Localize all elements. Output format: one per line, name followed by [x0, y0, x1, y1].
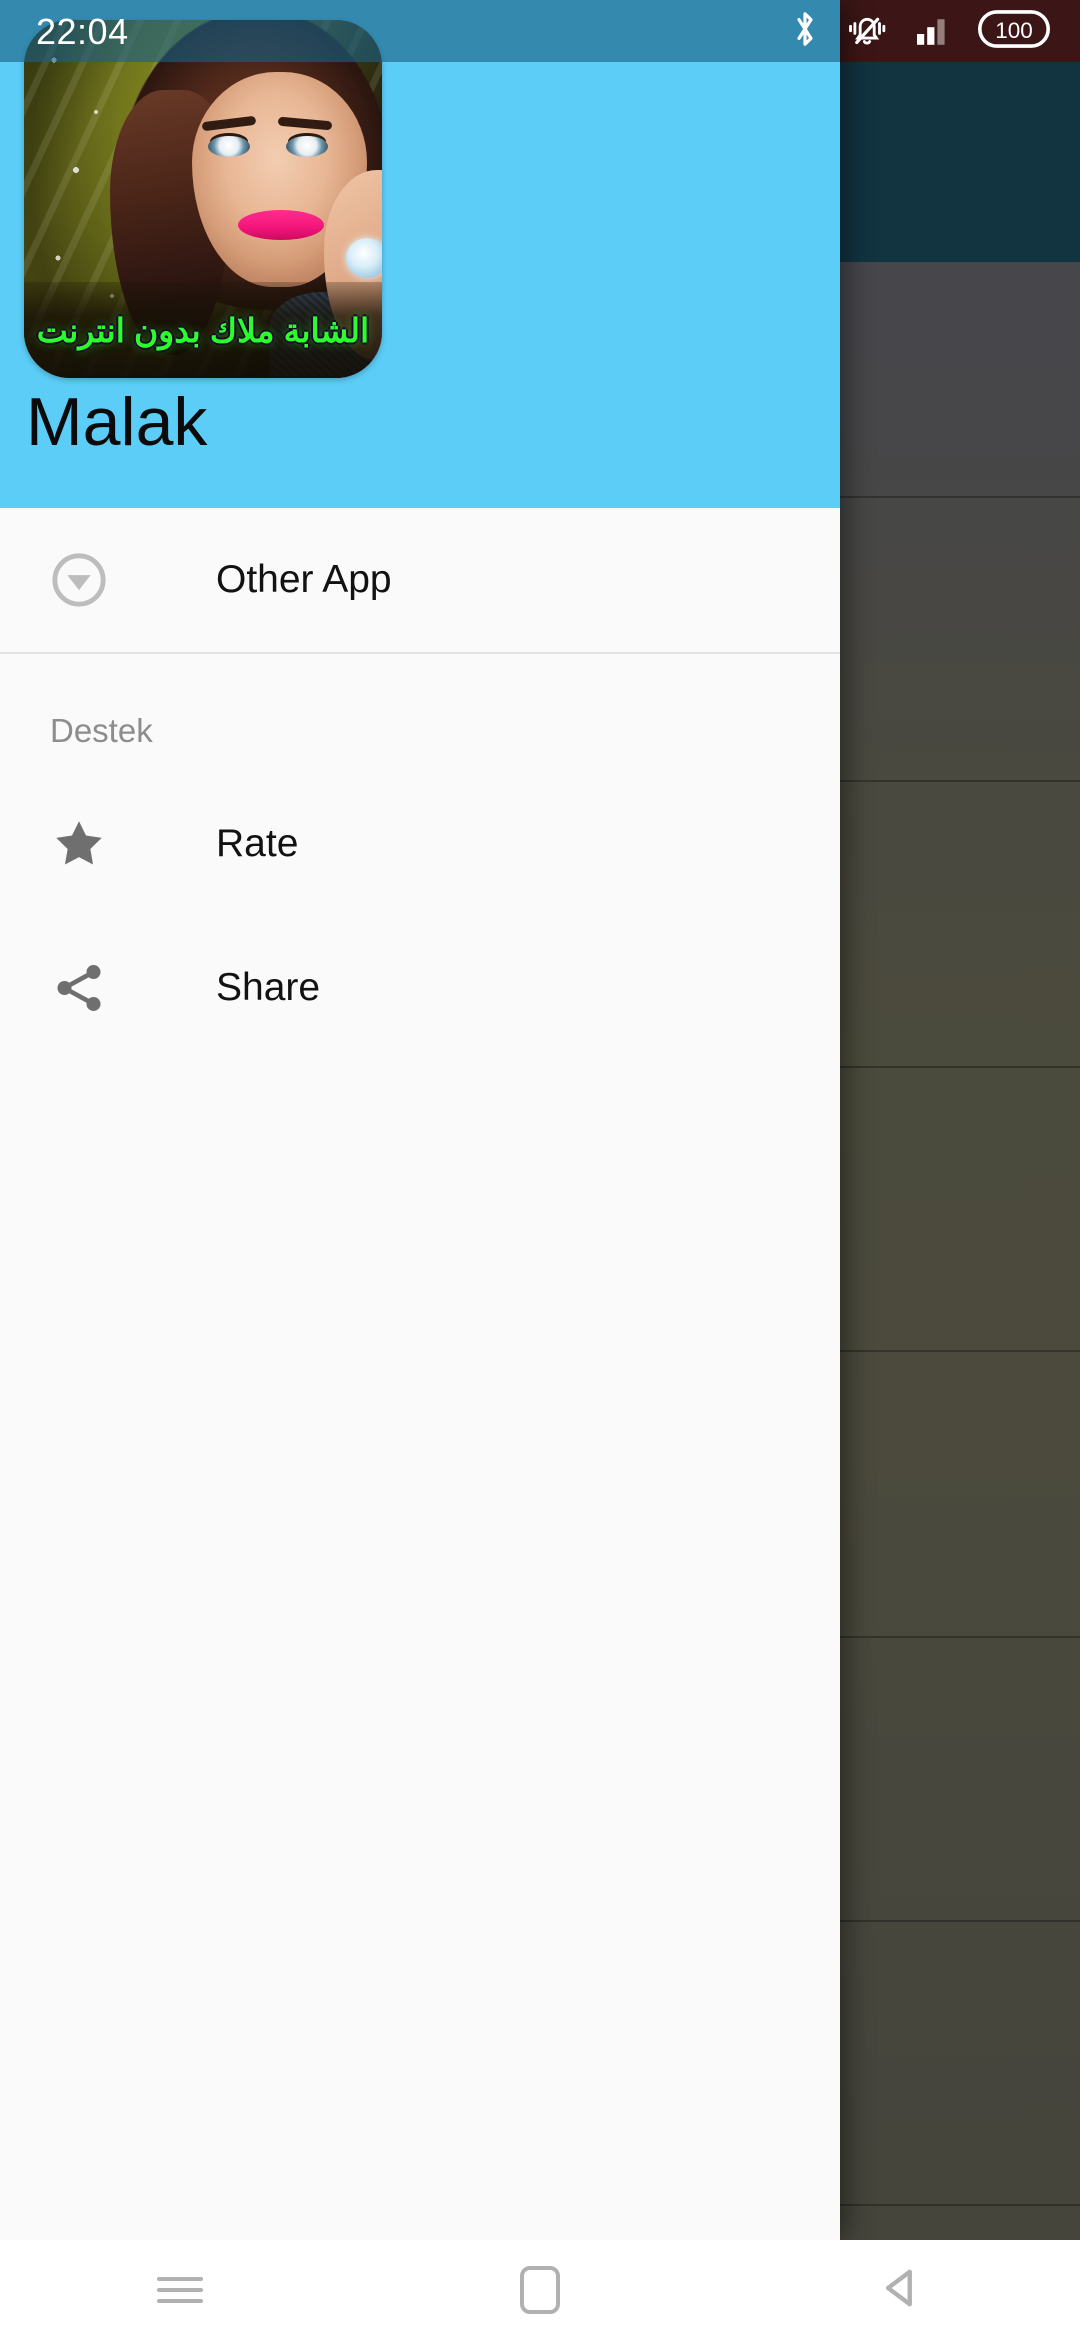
icon-eye-left [208, 136, 250, 157]
drawer-item-share[interactable]: Share [0, 916, 840, 1060]
rounded-square-icon [520, 2266, 560, 2314]
recents-button[interactable] [90, 2240, 270, 2340]
system-navigation-bar [0, 2240, 1080, 2340]
icon-banner: الشابة ملاك بدون انترنت [24, 282, 382, 378]
share-icon [50, 959, 130, 1017]
drawer-item-label: Other App [216, 558, 392, 601]
back-button[interactable] [810, 2240, 990, 2340]
drawer-item-label: Rate [216, 822, 299, 865]
phone-screen: الشابة ملاك بدون انترنت Malak Other App … [0, 0, 1080, 2340]
icon-lips [238, 210, 324, 240]
icon-eye-right [286, 136, 328, 157]
drawer-item-label: Share [216, 966, 321, 1009]
icon-banner-text: الشابة ملاك بدون انترنت [36, 311, 370, 349]
drawer-section-title: Destek [50, 712, 153, 749]
icon-ring [346, 238, 382, 278]
drawer-item-rate[interactable]: Rate [0, 772, 840, 916]
app-icon-malak: الشابة ملاك بدون انترنت [24, 20, 382, 378]
navigation-drawer: الشابة ملاك بدون انترنت Malak Other App … [0, 0, 840, 2240]
drawer-header: الشابة ملاك بدون انترنت Malak [0, 0, 840, 508]
circle-down-arrow-icon [50, 551, 130, 609]
star-icon [50, 815, 130, 873]
triangle-left-icon [874, 2262, 926, 2319]
home-button[interactable] [450, 2240, 630, 2340]
drawer-item-other-app[interactable]: Other App [0, 508, 840, 652]
hamburger-icon [157, 2270, 203, 2310]
drawer-app-title: Malak [26, 384, 208, 460]
